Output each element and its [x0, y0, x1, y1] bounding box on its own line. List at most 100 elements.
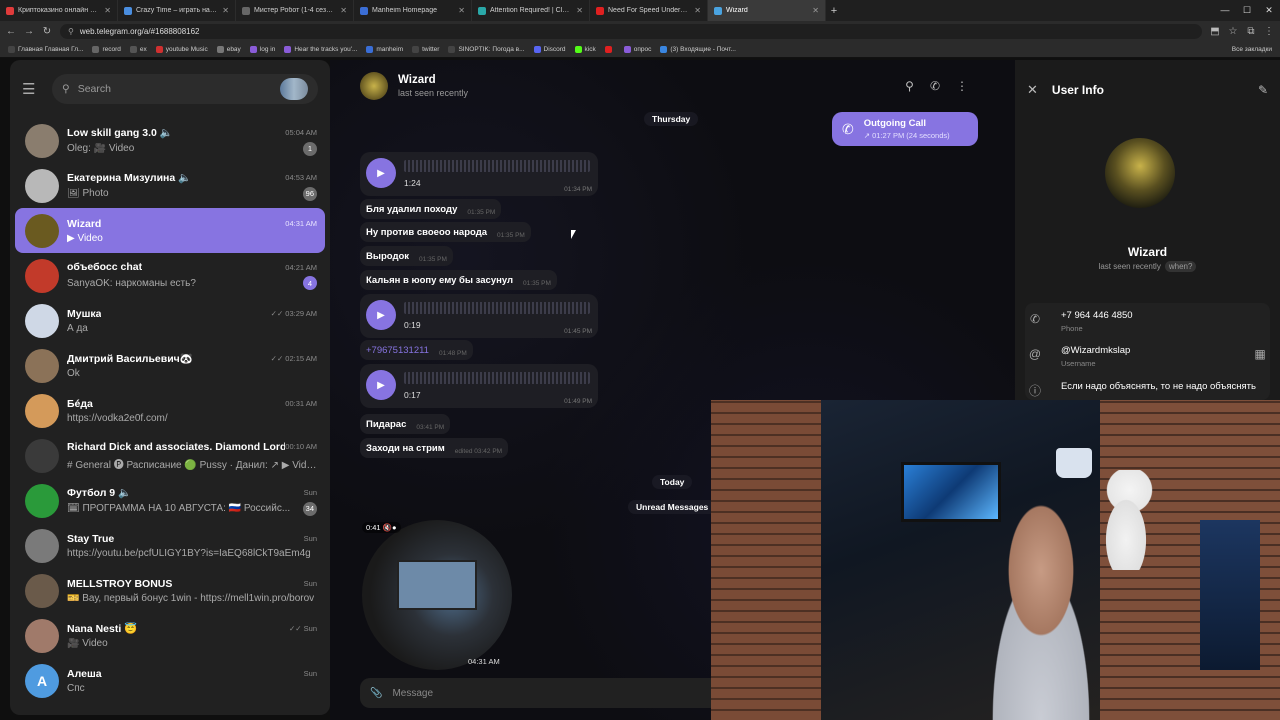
voice-waveform[interactable]	[404, 372, 590, 384]
browser-tab[interactable]: Need For Speed Underground✕	[590, 0, 708, 21]
bookmark-item[interactable]: SINOPTIK: Погода в...	[448, 45, 525, 53]
play-icon[interactable]: ▶	[366, 370, 396, 400]
chat-list-item[interactable]: Richard Dick and associates. Diamond Lor…	[15, 433, 325, 478]
bookmark-item[interactable]: twitter	[412, 45, 439, 53]
chat-list-item[interactable]: А Алеша Sun Спс	[15, 658, 325, 703]
play-icon[interactable]: ▶	[366, 158, 396, 188]
close-tab-icon[interactable]: ✕	[812, 6, 819, 15]
browser-menu-icon[interactable]: ⋮	[1264, 26, 1274, 37]
phone-link[interactable]: +79675131211	[366, 345, 429, 356]
text-message[interactable]: Пидарас 03:41 PM	[360, 414, 451, 434]
outgoing-call-title: Outgoing Call	[863, 118, 927, 129]
browser-tab[interactable]: Attention Required! | Cloudflare✕	[472, 0, 590, 21]
text-message[interactable]: Выродок 01:35 PM	[360, 246, 453, 266]
attach-icon[interactable]: 📎	[370, 688, 382, 699]
search-icon[interactable]: ⚲	[905, 79, 914, 93]
bookmark-item[interactable]: Hear the tracks you'...	[284, 45, 357, 53]
chat-list-item[interactable]: Wizard 04:31 AM ▶ Video	[15, 208, 325, 253]
bookmark-item[interactable]	[604, 45, 615, 53]
chat-header[interactable]: Wizard last seen recently ⚲ ✆ ⋮	[360, 68, 980, 104]
round-video-message[interactable]	[362, 520, 512, 670]
bookmark-item[interactable]: Главная Главная Гл...	[8, 45, 83, 53]
voice-waveform[interactable]	[404, 302, 590, 314]
text-message[interactable]: Кальян в юопу ему бы засунул 01:35 PM	[360, 270, 557, 290]
chat-avatar	[25, 618, 59, 653]
bookmark-item[interactable]: Discord	[533, 45, 566, 53]
browser-tab[interactable]: Криптоказино онлайн VAVADA ✕	[0, 0, 118, 21]
browser-tab[interactable]: Мистер Робот (1-4 сезон) смо✕	[236, 0, 354, 21]
chat-list-item[interactable]: Дмитрий Васильевич🐼 ✓✓ 02:15 AM Ok	[15, 343, 325, 388]
close-window-icon[interactable]: ✕	[1258, 0, 1280, 21]
bookmark-item[interactable]: (3) Входящие - Почт...	[660, 45, 736, 53]
bookmark-item[interactable]: kick	[574, 45, 596, 53]
search-input[interactable]: ⚲ Search	[52, 74, 318, 104]
bookmark-item[interactable]: ex	[129, 45, 147, 53]
profile-avatar[interactable]	[1105, 138, 1175, 208]
bookmark-item[interactable]: manheim	[366, 45, 403, 53]
outgoing-call-message[interactable]: ✆ Outgoing Call ↗ 01:27 PM (24 seconds)	[832, 112, 978, 146]
close-tab-icon[interactable]: ✕	[222, 6, 229, 15]
bookmark-item[interactable]: log in	[249, 45, 275, 53]
chat-list-item[interactable]: Stay True Sun https://youtu.be/pcfULIGY1B…	[15, 523, 325, 568]
minimize-icon[interactable]: —	[1214, 0, 1236, 21]
maximize-icon[interactable]: ☐	[1236, 0, 1258, 21]
text-message[interactable]: Заходи на стрим edited 03:42 PM	[360, 438, 509, 458]
browser-tab[interactable]: Wizard ✕	[708, 0, 826, 21]
chat-list-item[interactable]: Футбол 9 🔈 Sun 🗓 ПРОГРАММА НА 10 АВГУСТА:…	[15, 478, 325, 523]
forward-icon[interactable]: →	[24, 26, 34, 37]
close-tab-icon[interactable]: ✕	[104, 6, 111, 15]
reload-icon[interactable]: ↻	[42, 26, 52, 37]
voice-message: ▶ 1:24 01:34 PM	[360, 152, 598, 196]
message-time: 01:48 PM	[438, 349, 467, 357]
new-tab-icon[interactable]: +	[826, 5, 842, 17]
edit-pencil-icon[interactable]: ✎	[1258, 83, 1268, 97]
close-tab-icon[interactable]: ✕	[458, 6, 465, 15]
all-bookmarks-button[interactable]: Все закладки	[1232, 46, 1272, 53]
username-row[interactable]: @ @Wizardmkslap Username ▦	[1025, 345, 1270, 368]
close-tab-icon[interactable]: ✕	[576, 6, 583, 15]
phone-link-message[interactable]: +79675131211 01:48 PM	[360, 340, 473, 360]
when-button[interactable]: when?	[1164, 261, 1197, 272]
back-icon[interactable]: ←	[6, 26, 16, 37]
browser-tab[interactable]: Crazy Time – играть на офиц. ✕	[118, 0, 236, 21]
extensions-icon[interactable]: ⧉	[1246, 26, 1256, 37]
bookmark-item[interactable]: ebay	[216, 45, 241, 53]
phone-row[interactable]: ✆ +7 964 446 4850 Phone	[1025, 310, 1270, 333]
text-message[interactable]: Бля удалил походу 01:35 PM	[360, 199, 502, 219]
date-separator-thursday: Thursday	[644, 112, 699, 126]
chat-list-item[interactable]: Nana Nesti 😇 ✓✓ Sun 🎥 Video	[15, 613, 325, 658]
chat-list-item[interactable]: MELLSTROY BONUS Sun 🎫 Вау, первый бонус 1…	[15, 568, 325, 613]
url-field[interactable]: ⚲ web.telegram.org/a/#1688808162	[60, 23, 1202, 39]
chat-time: ✓✓ 03:29 AM	[270, 309, 317, 318]
text-message[interactable]: Ну против своеоо народа 01:35 PM	[360, 222, 531, 242]
hamburger-menu-icon[interactable]: ☰	[22, 80, 42, 98]
chat-list-item[interactable]: Мушка ✓✓ 03:29 AM А да	[15, 298, 325, 343]
bookmark-item[interactable]: youtube Music	[155, 45, 208, 53]
info-icon: ⓘ	[1028, 384, 1041, 398]
bookmark-icon	[92, 45, 100, 53]
message-composer[interactable]: 📎 Message	[360, 678, 720, 708]
bookmark-item[interactable]: опрос	[623, 45, 651, 53]
play-icon[interactable]: ▶	[366, 300, 396, 330]
phone-call-icon[interactable]: ✆	[930, 79, 940, 93]
chat-header-avatar[interactable]	[360, 72, 388, 100]
close-icon[interactable]: ✕	[1027, 82, 1038, 98]
close-tab-icon[interactable]: ✕	[694, 6, 701, 15]
chat-list-item[interactable]: Бéда 00:31 AM https://vodka2e0f.com/	[15, 388, 325, 433]
browser-tab[interactable]: Manheim Homepage ✕	[354, 0, 472, 21]
qr-code-icon[interactable]: ▦	[1250, 345, 1270, 361]
message-input[interactable]: Message	[392, 688, 433, 699]
site-info-icon[interactable]: ⚲	[68, 27, 74, 36]
account-switcher-avatar[interactable]	[280, 78, 308, 100]
chat-list-item[interactable]: Low skill gang 3.0 🔈 05:04 AM Oleg: 🎥 Vid…	[15, 118, 325, 163]
close-tab-icon[interactable]: ✕	[340, 6, 347, 15]
install-icon[interactable]: ⬒	[1210, 26, 1220, 37]
chat-list-item[interactable]: Екатерина Мизулина 🔈 04:53 AM 🖼 Photo 96	[15, 163, 325, 208]
bookmark-star-icon[interactable]: ☆	[1228, 26, 1238, 37]
bookmark-item[interactable]: record	[92, 45, 121, 53]
chat-last-message: 🎫 Вау, первый бонус 1win - https://mell1…	[67, 592, 315, 604]
more-options-icon[interactable]: ⋮	[956, 79, 968, 93]
chat-list-item[interactable]: объебосс chat 04:21 AM SanyaOK: наркоманы…	[15, 253, 325, 298]
voice-waveform[interactable]	[404, 160, 590, 172]
bio-row[interactable]: ⓘ Если надо объяснять, то не надо объясн…	[1025, 380, 1270, 399]
